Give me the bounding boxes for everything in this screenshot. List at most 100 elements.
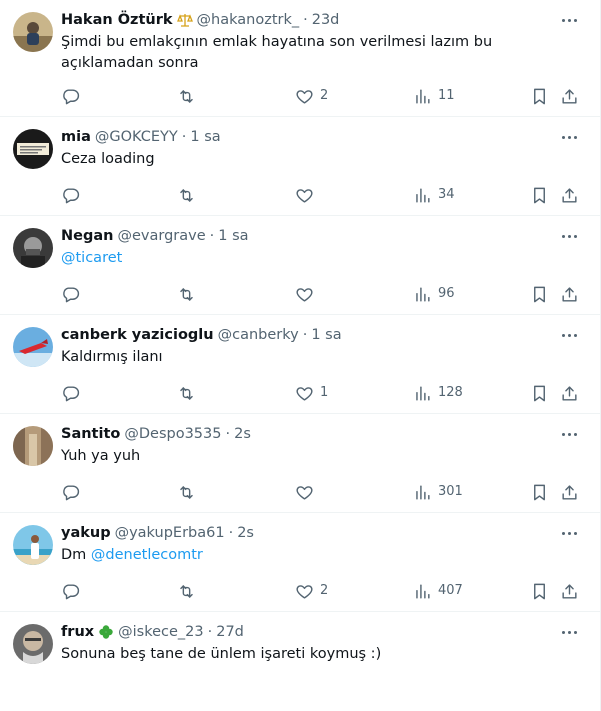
view-count: 96	[438, 286, 455, 301]
user-handle[interactable]: @GOKCEYY	[95, 127, 178, 147]
analytics-icon	[413, 285, 432, 304]
share-button[interactable]	[560, 581, 579, 601]
views-button[interactable]: 128	[413, 383, 463, 403]
retweet-button[interactable]	[177, 185, 202, 205]
more-options-icon[interactable]	[560, 327, 580, 343]
avatar[interactable]	[13, 12, 53, 52]
tweet[interactable]: canberk yazicioglu @canberky · 1 sa Kald…	[0, 315, 600, 414]
share-button[interactable]	[560, 482, 579, 502]
timestamp[interactable]: 27d	[216, 622, 244, 642]
like-button[interactable]	[295, 482, 320, 502]
retweet-icon	[177, 285, 196, 304]
like-button[interactable]: 2	[295, 581, 328, 601]
timestamp[interactable]: 2s	[237, 523, 254, 543]
display-name[interactable]: Negan	[61, 226, 113, 246]
timestamp[interactable]: 1 sa	[311, 325, 341, 345]
reply-button[interactable]	[61, 185, 86, 205]
views-button[interactable]: 96	[413, 284, 455, 304]
user-handle[interactable]: @yakupErba61	[115, 523, 225, 543]
like-count: 2	[320, 88, 329, 103]
reply-button[interactable]	[61, 482, 86, 502]
avatar[interactable]	[13, 129, 53, 169]
reply-button[interactable]	[61, 86, 86, 106]
views-button[interactable]: 11	[413, 86, 455, 106]
retweet-button[interactable]	[177, 581, 202, 601]
analytics-icon	[413, 582, 432, 601]
reply-button[interactable]	[61, 383, 86, 403]
display-name[interactable]: Santito	[61, 424, 120, 444]
retweet-button[interactable]	[177, 284, 202, 304]
tweet-text-plain: Dm	[61, 547, 91, 563]
avatar[interactable]	[13, 525, 53, 565]
heart-icon	[295, 87, 314, 106]
like-button[interactable]: 2	[295, 86, 328, 106]
bookmark-button[interactable]	[530, 581, 549, 601]
tweet[interactable]: yakup @yakupErba61 · 2s Dm @denetlecomtr…	[0, 513, 600, 612]
user-handle[interactable]: @evargrave	[117, 226, 205, 246]
timestamp[interactable]: 23d	[312, 10, 340, 30]
like-button[interactable]	[295, 284, 320, 304]
separator-dot: ·	[181, 129, 187, 145]
user-handle[interactable]: @canberky	[218, 325, 299, 345]
more-options-icon[interactable]	[560, 525, 580, 541]
retweet-button[interactable]	[177, 383, 202, 403]
bookmark-icon	[530, 483, 549, 502]
like-button[interactable]: 1	[295, 383, 328, 403]
avatar[interactable]	[13, 228, 53, 268]
more-options-icon[interactable]	[560, 129, 580, 145]
heart-icon	[295, 582, 314, 601]
bookmark-icon	[530, 384, 549, 403]
more-options-icon[interactable]	[560, 12, 580, 28]
share-button[interactable]	[560, 185, 579, 205]
retweet-icon	[177, 87, 196, 106]
user-handle[interactable]: @hakanoztrk_	[197, 10, 300, 30]
more-options-icon[interactable]	[560, 624, 580, 640]
avatar[interactable]	[13, 624, 53, 664]
bookmark-button[interactable]	[530, 185, 549, 205]
like-count: 1	[320, 385, 329, 400]
timestamp[interactable]: 2s	[234, 424, 251, 444]
separator-dot: ·	[302, 327, 308, 343]
retweet-icon	[177, 483, 196, 502]
bookmark-button[interactable]	[530, 86, 549, 106]
display-name[interactable]: Hakan Öztürk	[61, 10, 173, 30]
timestamp[interactable]: 1 sa	[218, 226, 248, 246]
display-name[interactable]: frux	[61, 622, 94, 642]
tweet[interactable]: mia @GOKCEYY · 1 sa Ceza loading 34	[0, 117, 600, 216]
display-name[interactable]: mia	[61, 127, 91, 147]
user-handle[interactable]: @Despo3535	[124, 424, 221, 444]
tweet[interactable]: Santito @Despo3535 · 2s Yuh ya yuh 301	[0, 414, 600, 513]
avatar[interactable]	[13, 327, 53, 367]
like-button[interactable]	[295, 185, 320, 205]
display-name[interactable]: yakup	[61, 523, 111, 543]
separator-dot: ·	[225, 426, 231, 442]
views-button[interactable]: 301	[413, 482, 463, 502]
tweet[interactable]: Negan @evargrave · 1 sa @ticaret 96	[0, 216, 600, 315]
tweet[interactable]: Hakan Öztürk @hakanoztrk_ · 23d Şimdi bu…	[0, 0, 600, 117]
more-options-icon[interactable]	[560, 228, 580, 244]
reply-button[interactable]	[61, 284, 86, 304]
user-handle[interactable]: @iskece_23	[118, 622, 203, 642]
retweet-icon	[177, 384, 196, 403]
bookmark-button[interactable]	[530, 383, 549, 403]
mention-link[interactable]: @denetlecomtr	[91, 547, 203, 563]
mention-link[interactable]: @ticaret	[61, 250, 122, 266]
share-button[interactable]	[560, 284, 579, 304]
views-button[interactable]: 407	[413, 581, 463, 601]
display-name[interactable]: canberk yazicioglu	[61, 325, 214, 345]
separator-dot: ·	[303, 12, 308, 28]
more-options-icon[interactable]	[560, 426, 580, 442]
tweet[interactable]: frux @iskece_23 · 27d Sonuna beş tane de…	[0, 612, 600, 711]
retweet-button[interactable]	[177, 86, 202, 106]
action-bar: 301	[0, 482, 600, 502]
share-button[interactable]	[560, 86, 579, 106]
clover-icon	[98, 624, 114, 640]
share-button[interactable]	[560, 383, 579, 403]
bookmark-button[interactable]	[530, 482, 549, 502]
retweet-button[interactable]	[177, 482, 202, 502]
views-button[interactable]: 34	[413, 185, 455, 205]
reply-button[interactable]	[61, 581, 86, 601]
bookmark-button[interactable]	[530, 284, 549, 304]
avatar[interactable]	[13, 426, 53, 466]
timestamp[interactable]: 1 sa	[190, 127, 220, 147]
